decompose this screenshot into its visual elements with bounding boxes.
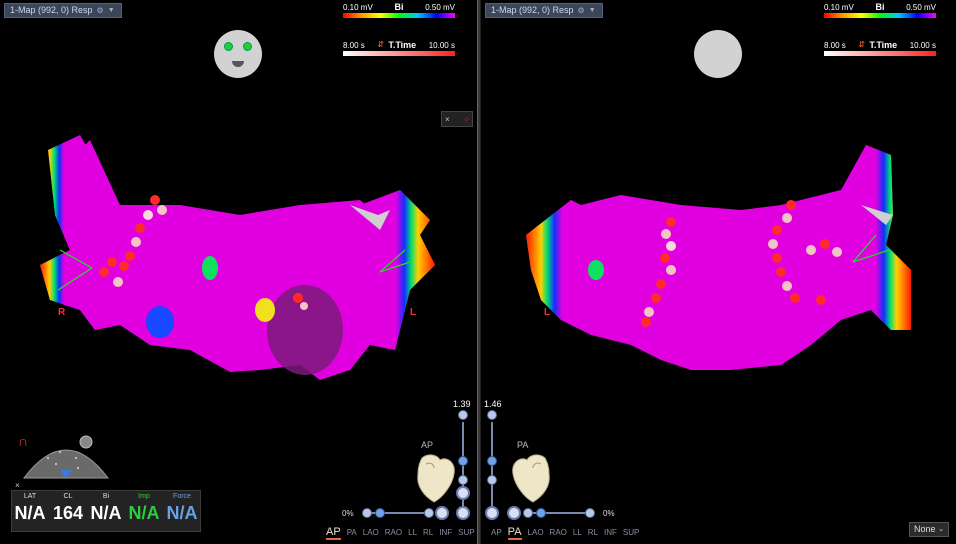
stat-cl-label: CL [63,493,73,500]
right-opacity-slider[interactable] [523,507,595,519]
left-scale-value: 1.39 [453,399,471,409]
opacity-knob[interactable] [536,508,546,518]
left-appendage [40,135,120,330]
right-zoom-slider[interactable] [486,410,498,520]
stat-cl: CL 164 [50,493,86,524]
stat-imp-value: N/A [128,503,160,523]
scar-patch [146,306,174,338]
view-tab-inf[interactable]: INF [604,528,617,537]
compass-knob [79,435,93,449]
stat-cl-value: 164 [52,503,84,523]
scar-patch [588,260,604,280]
view-tab-ap[interactable]: AP [491,528,502,537]
zoom-max-knob[interactable] [487,410,497,420]
stat-force-label: Force [173,493,191,500]
stat-lat-value: N/A [14,503,46,523]
view-tab-inf[interactable]: INF [439,528,452,537]
right-view-tabs: AP PA LAO RAO LL RL INF SUP [491,526,639,540]
left-opacity-pct: 0% [342,509,354,518]
right-reset-button[interactable] [485,506,499,520]
display-mode-select[interactable]: None ⌄ [909,522,949,537]
view-tab-ap[interactable]: AP [326,526,341,540]
right-map-pane[interactable]: 1-Map (992, 0) Resp ⚙ ▼ 0.10 mV Bi 0.50 … [481,0,956,544]
opacity-knob[interactable] [375,508,385,518]
stat-bi-value: N/A [90,503,122,523]
opacity-min-knob[interactable] [362,508,372,518]
stat-force-value: N/A [166,503,198,523]
opacity-min-knob[interactable] [523,508,533,518]
left-opacity-slider[interactable] [362,507,434,519]
stat-force: Force N/A [164,493,200,524]
left-map-pane[interactable]: 1-Map (992, 0) Resp ⚙ ▼ 0.10 mV Bi 0.50 … [0,0,477,544]
right-opacity-pct: 0% [603,509,615,518]
view-tab-rao[interactable]: RAO [385,528,402,537]
left-rotate-button[interactable] [435,506,449,520]
ostium-overlay [267,285,343,375]
left-heart-model-icon [417,454,455,503]
right-scale-value: 1.46 [484,399,502,409]
chevron-down-icon[interactable]: ⌄ [938,523,944,536]
zoom-knob[interactable] [487,456,497,466]
stat-imp-label: Imp [138,493,150,500]
view-tab-lao[interactable]: LAO [528,528,544,537]
view-tab-sup[interactable]: SUP [623,528,639,537]
left-view-tabs: AP PA LAO RAO LL RL INF SUP [326,526,475,540]
view-tab-rl[interactable]: RL [423,528,433,537]
close-icon[interactable]: × [15,481,20,490]
stat-bi: Bi N/A [88,493,124,524]
marker-l: L [544,307,551,318]
view-tab-rao[interactable]: RAO [550,528,567,537]
stat-imp: Imp N/A [126,493,162,524]
stat-lat-label: LAT [23,493,37,500]
marker-r: R [58,307,66,318]
view-tab-ll[interactable]: LL [573,528,582,537]
right-orientation-label: PA [517,440,529,450]
catheter-stats-panel: × LAT N/A CL 164 Bi N/A Imp N/A Force N/… [11,481,201,532]
stat-lat: LAT N/A [12,493,48,524]
scar-patch [255,298,275,322]
zoom-max-knob[interactable] [458,410,468,420]
view-tab-lao[interactable]: LAO [363,528,379,537]
view-tab-sup[interactable]: SUP [458,528,474,537]
view-tab-pa[interactable]: PA [347,528,357,537]
view-tab-pa[interactable]: PA [507,526,522,540]
marker-l: L [410,307,417,318]
opacity-max-knob[interactable] [585,508,595,518]
view-tab-ll[interactable]: LL [408,528,417,537]
catheter-compass-widget[interactable] [20,432,112,482]
right-heart-model-icon [512,454,550,503]
view-tab-rl[interactable]: RL [588,528,598,537]
scar-patch [202,256,218,280]
stat-bi-label: Bi [102,493,110,500]
left-orientation-label: AP [421,440,434,450]
display-mode-value: None [914,524,936,534]
opacity-max-knob[interactable] [424,508,434,518]
carto-map-workspace: 1-Map (992, 0) Resp ⚙ ▼ 0.10 mV Bi 0.50 … [0,0,956,544]
zoom-min-knob[interactable] [487,475,497,485]
left-reset-button[interactable] [456,506,470,520]
right-rotate-button[interactable] [507,506,521,520]
